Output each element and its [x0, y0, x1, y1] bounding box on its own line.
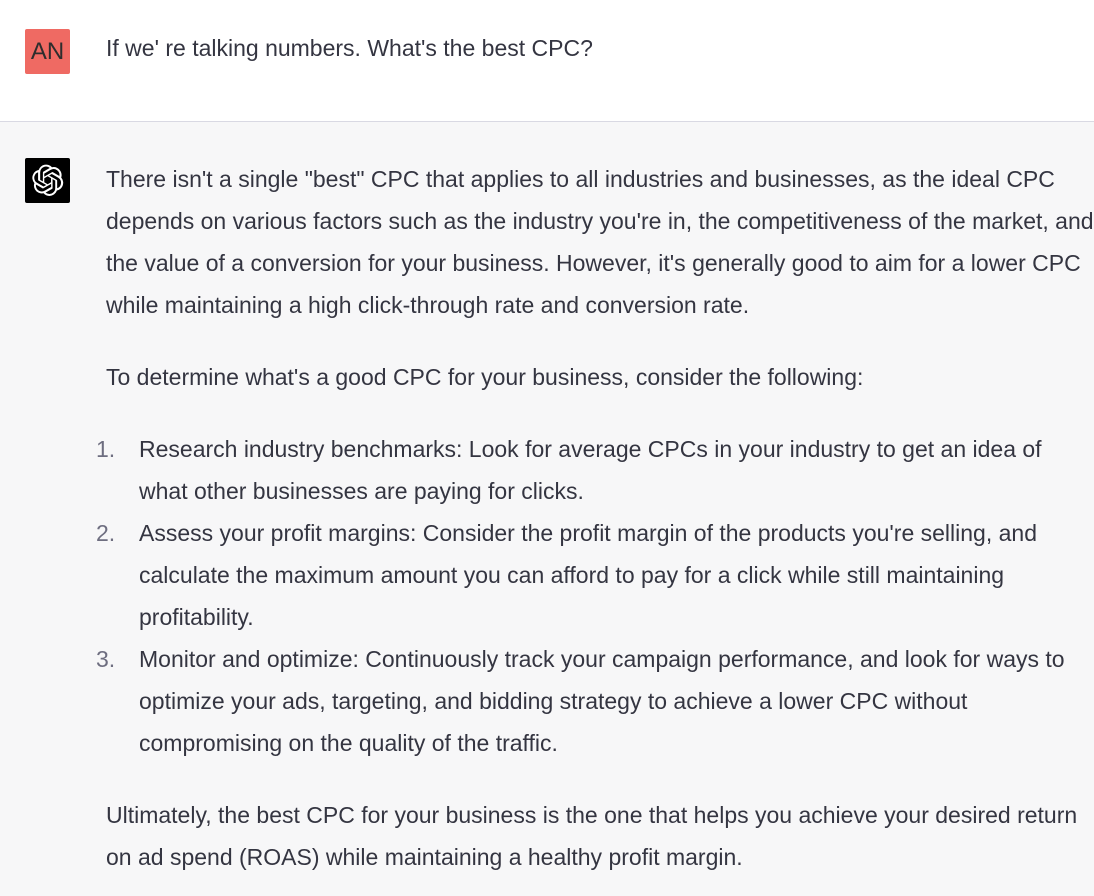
- answer-lead-in-paragraph: To determine what's a good CPC for your …: [106, 364, 864, 390]
- assistant-message-row: There isn't a single "best" CPC that app…: [0, 122, 1094, 896]
- list-item-text: Assess your profit margins: Consider the…: [139, 520, 1037, 630]
- openai-logo-icon: [25, 158, 70, 203]
- answer-intro-paragraph: There isn't a single "best" CPC that app…: [106, 166, 1094, 318]
- list-item: 2. Assess your profit margins: Consider …: [96, 512, 1094, 638]
- user-message-text: If we' re talking numbers. What's the be…: [106, 35, 593, 61]
- answer-steps-list: 1. Research industry benchmarks: Look fo…: [96, 428, 1094, 764]
- list-item-number: 3.: [96, 646, 116, 672]
- list-item-number: 1.: [96, 436, 116, 462]
- list-item-text: Research industry benchmarks: Look for a…: [139, 436, 1042, 504]
- user-message-row: AN If we' re talking numbers. What's the…: [0, 0, 1094, 122]
- list-item: 3. Monitor and optimize: Continuously tr…: [96, 638, 1094, 764]
- list-item-text: Monitor and optimize: Continuously track…: [139, 646, 1065, 756]
- list-item-number: 2.: [96, 520, 116, 546]
- user-avatar: AN: [25, 29, 70, 74]
- answer-conclusion-paragraph: Ultimately, the best CPC for your busine…: [106, 802, 1078, 870]
- list-item: 1. Research industry benchmarks: Look fo…: [96, 428, 1094, 512]
- assistant-answer: There isn't a single "best" CPC that app…: [96, 158, 1094, 878]
